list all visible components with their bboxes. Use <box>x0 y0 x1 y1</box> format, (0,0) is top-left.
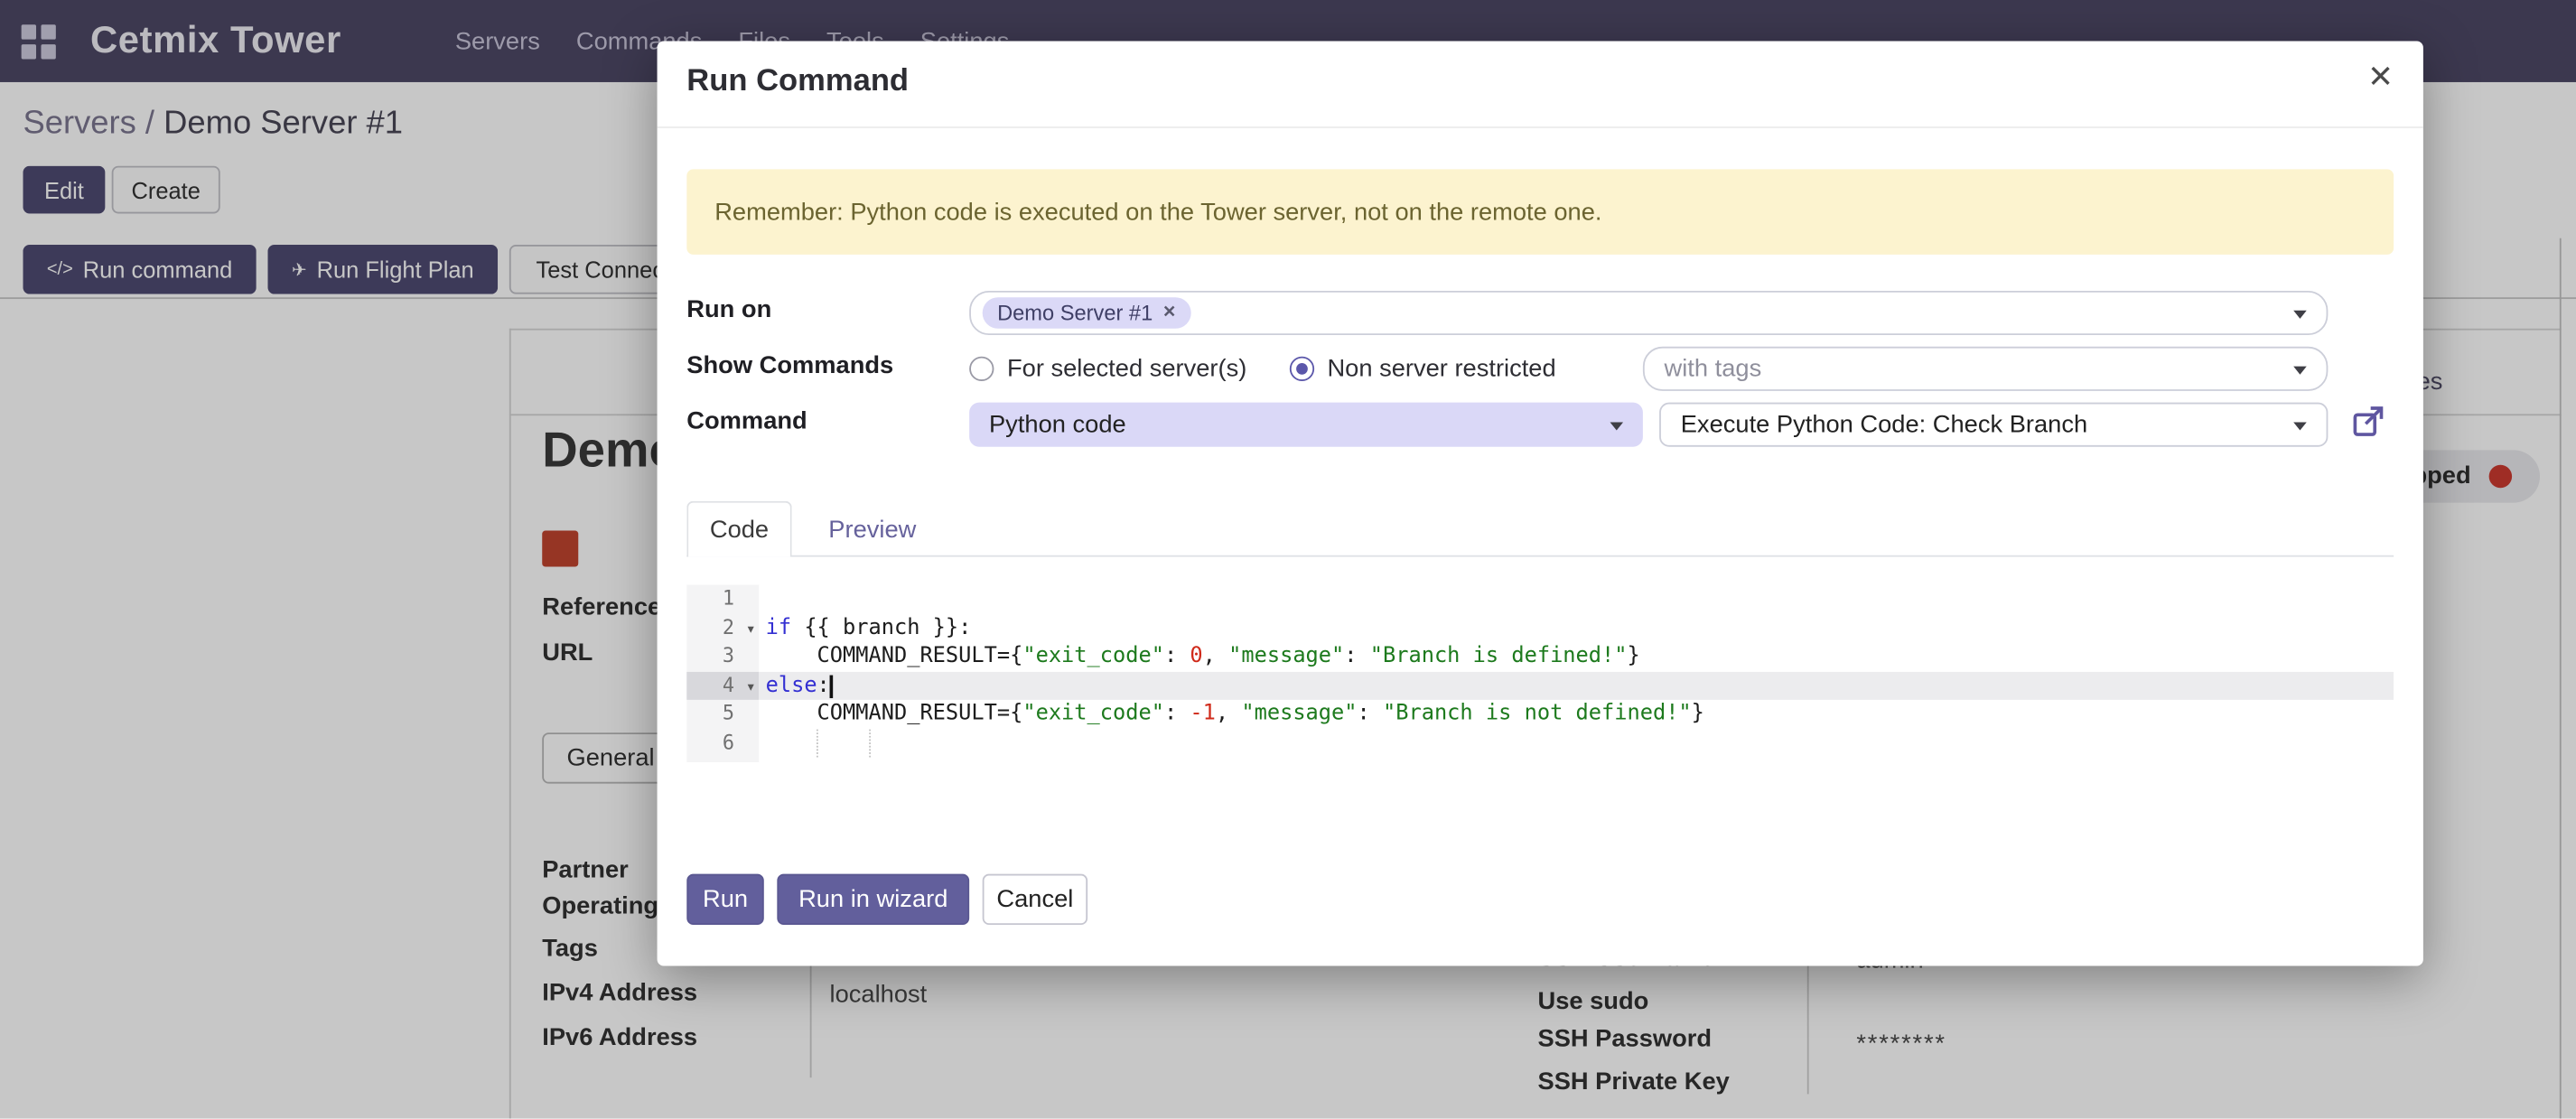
run-on-label: Run on <box>686 295 771 323</box>
code-token: , <box>1216 702 1241 726</box>
fold-arrow-icon[interactable]: ▾ <box>746 615 756 644</box>
code-token: 0 <box>1190 644 1202 668</box>
screen: Cetmix Tower Servers Commands Files Tool… <box>0 0 2576 1119</box>
run-in-wizard-button[interactable]: Run in wizard <box>777 874 969 925</box>
close-icon[interactable]: ✕ <box>2367 59 2394 97</box>
with-tags-placeholder: with tags <box>1645 355 1762 383</box>
chevron-down-icon[interactable] <box>1610 422 1624 430</box>
alert-banner: Remember: Python code is executed on the… <box>686 169 2394 255</box>
tab-code-label: Code <box>710 516 769 544</box>
code-token: : <box>1164 644 1190 668</box>
chevron-down-icon[interactable] <box>2293 310 2307 318</box>
with-tags-select[interactable]: with tags <box>1643 347 2328 391</box>
code-line[interactable]: if {{ branch }}: <box>759 613 2394 642</box>
editor-gutter: 12▾34▾56 <box>686 585 759 762</box>
command-value: Execute Python Code: Check Branch <box>1681 411 2087 439</box>
editor-code[interactable]: if {{ branch }}: COMMAND_RESULT={"exit_c… <box>759 585 2394 762</box>
chevron-down-icon[interactable] <box>2293 422 2307 430</box>
tab-preview[interactable]: Preview <box>813 501 931 557</box>
gutter-line-number[interactable]: 6 <box>686 729 759 758</box>
radio-for-selected-servers[interactable] <box>969 357 994 381</box>
run-button[interactable]: Run <box>686 874 763 925</box>
tab-preview-label: Preview <box>828 515 916 543</box>
gutter-line-number[interactable]: 5 <box>686 700 759 729</box>
code-editor[interactable]: 12▾34▾56 if {{ branch }}: COMMAND_RESULT… <box>686 585 2394 762</box>
code-token: , <box>1203 644 1228 668</box>
code-line[interactable]: else: <box>759 671 2394 700</box>
code-line[interactable]: COMMAND_RESULT={"exit_code": -1, "messag… <box>759 700 2394 729</box>
code-token: : <box>1358 702 1383 726</box>
code-token: : <box>1344 644 1369 668</box>
command-type-value: Python code <box>989 411 1126 439</box>
radio-non-server-restricted[interactable] <box>1290 357 1314 381</box>
code-line[interactable] <box>759 729 2394 758</box>
code-token: "exit_code" <box>1022 702 1164 726</box>
cancel-button[interactable]: Cancel <box>983 874 1087 925</box>
code-token: if <box>766 615 791 639</box>
tab-code[interactable]: Code <box>686 501 791 557</box>
code-token: "message" <box>1241 702 1357 726</box>
show-commands-label: Show Commands <box>686 351 893 379</box>
code-token: COMMAND_RESULT={ <box>766 702 1023 726</box>
radio-non-server-restricted-label[interactable]: Non server restricted <box>1327 355 1555 383</box>
run-on-field[interactable]: Demo Server #1 ✕ <box>969 291 2328 335</box>
tabs-underline <box>686 555 2394 557</box>
gutter-line-number[interactable]: 4▾ <box>686 671 759 700</box>
external-link-icon[interactable] <box>2351 404 2385 438</box>
code-line[interactable] <box>759 585 2394 614</box>
modal-title: Run Command <box>686 64 909 100</box>
code-token: COMMAND_RESULT={ <box>766 644 1023 668</box>
command-type-select[interactable]: Python code <box>969 403 1643 447</box>
fold-arrow-icon[interactable]: ▾ <box>746 673 756 702</box>
run-command-modal: Run Command ✕ Remember: Python code is e… <box>658 41 2423 965</box>
code-token: : <box>1164 702 1190 726</box>
code-token: {{ branch }}: <box>791 615 971 639</box>
code-token: -1 <box>1190 702 1215 726</box>
code-line[interactable]: COMMAND_RESULT={"exit_code": 0, "message… <box>759 642 2394 671</box>
chevron-down-icon[interactable] <box>2293 366 2307 374</box>
command-label: Command <box>686 407 807 435</box>
show-commands-radio-group: For selected server(s) Non server restri… <box>969 347 1556 391</box>
code-token: "Branch is defined!" <box>1370 644 1628 668</box>
code-token: } <box>1692 702 1704 726</box>
indent-guide <box>817 729 818 758</box>
indent-guide <box>869 729 871 758</box>
code-token: } <box>1628 644 1640 668</box>
code-token: "exit_code" <box>1022 644 1164 668</box>
run-in-wizard-label: Run in wizard <box>798 885 947 913</box>
alert-text: Remember: Python code is executed on the… <box>714 198 1601 226</box>
code-token: "message" <box>1228 644 1344 668</box>
code-token: "Branch is not defined!" <box>1383 702 1692 726</box>
radio-for-selected-servers-label[interactable]: For selected server(s) <box>1007 355 1246 383</box>
run-button-label: Run <box>703 885 748 913</box>
gutter-line-number[interactable]: 3 <box>686 642 759 671</box>
gutter-line-number[interactable]: 2▾ <box>686 613 759 642</box>
gutter-line-number[interactable]: 1 <box>686 585 759 614</box>
command-select[interactable]: Execute Python Code: Check Branch <box>1659 403 2328 447</box>
code-token: else <box>766 673 817 697</box>
modal-header: Run Command ✕ <box>658 41 2423 127</box>
cancel-button-label: Cancel <box>996 885 1073 913</box>
server-tag-label: Demo Server #1 <box>997 301 1153 325</box>
text-cursor <box>830 675 834 697</box>
code-token: : <box>817 673 830 697</box>
server-tag[interactable]: Demo Server #1 ✕ <box>983 297 1191 329</box>
tag-remove-icon[interactable]: ✕ <box>1162 303 1176 322</box>
